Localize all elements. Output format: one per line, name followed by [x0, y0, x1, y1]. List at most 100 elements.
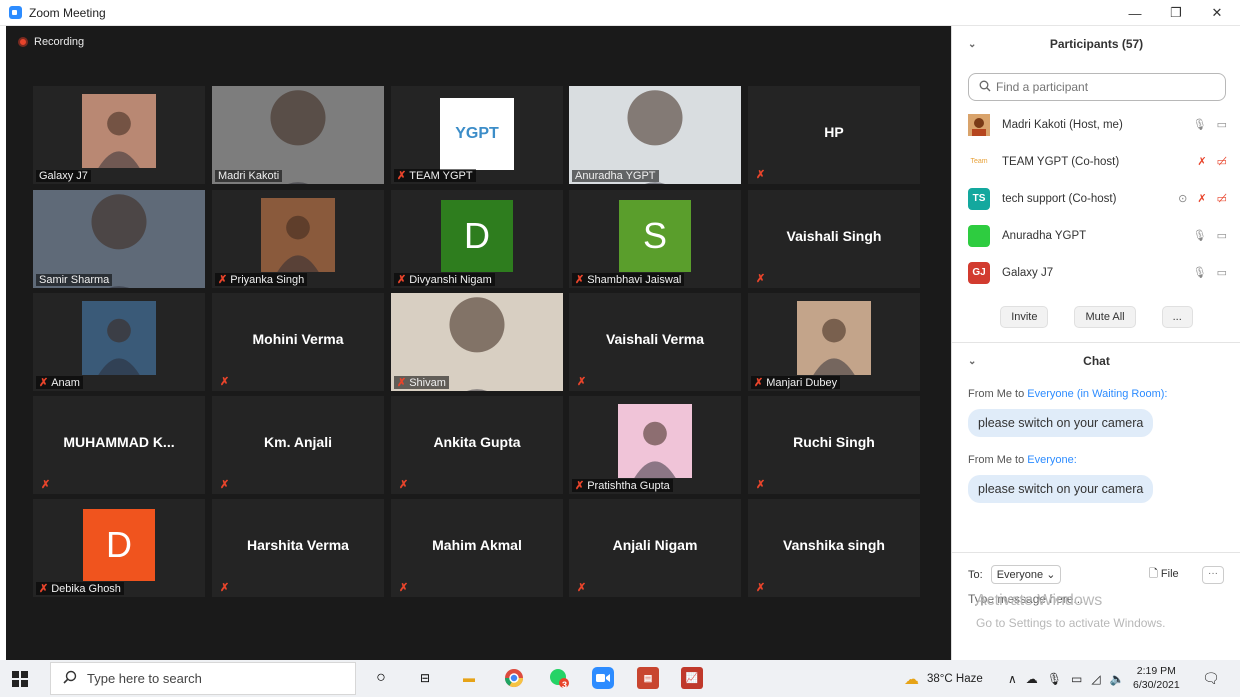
video-icon[interactable]: ▭ — [1217, 229, 1227, 242]
tile-name-text: Debika Ghosh — [51, 582, 121, 595]
video-tile[interactable]: HP ✗ — [748, 86, 920, 184]
chat-more-button[interactable]: ··· — [1202, 565, 1224, 584]
video-icon[interactable]: ▭ — [1217, 266, 1227, 279]
video-tile[interactable]: Ankita Gupta ✗ — [391, 396, 563, 494]
participant-list: Madri Kakoti (Host, me) 🎙 ▭ Team TEAM YGP… — [952, 106, 1240, 291]
participant-row[interactable]: TS tech support (Co-host) ⊙ ✗ ▭̸ — [952, 180, 1240, 217]
window-title: Zoom Meeting — [29, 5, 106, 20]
video-tile[interactable]: Vanshika singh ✗ — [748, 499, 920, 597]
file-button[interactable]: 🗋 File — [1149, 565, 1179, 584]
close-button[interactable]: ✕ — [1197, 0, 1237, 26]
video-tile[interactable]: Anuradha YGPT — [569, 86, 741, 184]
mic-icon[interactable]: 🎙 — [1193, 118, 1207, 131]
video-tile[interactable]: Ruchi Singh ✗ — [748, 396, 920, 494]
video-tile[interactable]: Mohini Verma ✗ — [212, 293, 384, 391]
video-tile[interactable]: D ✗ Divyanshi Nigam — [391, 190, 563, 288]
microphone-icon[interactable]: 🎙 — [1047, 672, 1062, 686]
activate-windows-watermark: Activate Windows — [976, 592, 1103, 609]
participant-search-input[interactable] — [996, 80, 1216, 94]
mic-muted-icon: ✗ — [39, 583, 49, 595]
chat-recipient[interactable]: Everyone (in Waiting Room): — [1027, 388, 1167, 400]
mic-muted-icon: ✗ — [397, 274, 407, 286]
onedrive-icon[interactable]: ☁ — [1026, 672, 1038, 686]
recipient-select[interactable]: Everyone ⌄ — [990, 565, 1062, 584]
video-tile[interactable]: Mahim Akmal ✗ — [391, 499, 563, 597]
acrobat-icon[interactable]: ▤ — [637, 667, 659, 689]
mic-muted-icon: ✗ — [577, 582, 587, 594]
participant-row[interactable]: GJ Galaxy J7 🎙 ▭ — [952, 254, 1240, 291]
tile-name-label: Samir Sharma — [36, 274, 113, 286]
video-tile[interactable]: MUHAMMAD K... ✗ — [33, 396, 205, 494]
mic-muted-icon: ✗ — [575, 274, 585, 286]
video-off-icon[interactable]: ▭̸ — [1217, 192, 1227, 205]
participant-row[interactable]: Team TEAM YGPT (Co-host) ✗ ▭̸ — [952, 143, 1240, 180]
file-explorer-icon[interactable]: ▬ — [458, 667, 480, 689]
video-tile[interactable]: Madri Kakoti — [212, 86, 384, 184]
video-off-icon[interactable]: ▭̸ — [1217, 155, 1227, 168]
invite-button[interactable]: Invite — [1000, 306, 1049, 328]
tile-name-label: Madri Kakoti — [215, 170, 283, 182]
participant-row[interactable]: Anuradha YGPT 🎙 ▭ — [952, 217, 1240, 254]
chevron-down-icon[interactable]: ⌄ — [968, 356, 976, 367]
video-tile[interactable]: Samir Sharma — [33, 190, 205, 288]
mic-icon[interactable]: 🎙 — [1193, 266, 1207, 279]
chat-recipient[interactable]: Everyone: — [1027, 454, 1077, 466]
video-tile[interactable]: ✗ Manjari Dubey — [748, 293, 920, 391]
video-icon[interactable]: ▭ — [1217, 118, 1227, 131]
avatar-letter: D — [441, 200, 513, 272]
mic-muted-icon: ✗ — [397, 377, 407, 389]
tile-name-text: TEAM YGPT — [409, 169, 473, 182]
volume-icon[interactable]: 🔈 — [1110, 672, 1125, 686]
chevron-up-icon[interactable]: ∧ — [1008, 672, 1017, 686]
tile-name-text: Shambhavi Jaiswal — [587, 273, 682, 286]
taskbar-search[interactable]: Type here to search — [50, 662, 356, 695]
recording-indicator[interactable]: Recording — [18, 36, 84, 48]
clock[interactable]: 2:19 PM 6/30/2021 — [1133, 664, 1180, 692]
video-feed — [82, 301, 156, 375]
chart-app-icon[interactable]: 📈 — [681, 667, 703, 689]
mic-muted-icon: ✗ — [220, 479, 230, 491]
participant-display-name: Mohini Verma — [252, 331, 344, 347]
task-view-icon[interactable]: ⊟ — [414, 667, 436, 689]
mic-icon[interactable]: 🎙 — [1193, 229, 1207, 242]
video-tile[interactable]: Galaxy J7 — [33, 86, 205, 184]
tile-name-text: Priyanka Singh — [230, 273, 305, 286]
start-button[interactable] — [0, 660, 40, 697]
maximize-button[interactable]: ❐ — [1156, 0, 1196, 26]
weather-widget[interactable]: ☁ 38°C Haze — [904, 660, 983, 697]
video-tile[interactable]: Km. Anjali ✗ — [212, 396, 384, 494]
chevron-down-icon[interactable]: ⌄ — [968, 39, 976, 50]
video-tile[interactable]: Harshita Verma ✗ — [212, 499, 384, 597]
cortana-icon[interactable]: ○ — [370, 667, 392, 689]
network-icon[interactable]: ◿ — [1091, 672, 1100, 686]
video-tile[interactable]: ✗ Anam — [33, 293, 205, 391]
taskbar: Type here to search ○ ⊟ ▬ 3 ▤ 📈 ☁ 38°C H… — [0, 660, 1240, 697]
mic-muted-icon[interactable]: ✗ — [1197, 192, 1206, 205]
minimize-button[interactable]: — — [1115, 0, 1155, 26]
video-tile[interactable]: Vaishali Singh ✗ — [748, 190, 920, 288]
participant-display-name: Mahim Akmal — [432, 537, 522, 553]
more-button[interactable]: ... — [1161, 306, 1193, 328]
mic-muted-icon[interactable]: ✗ — [1197, 155, 1206, 168]
video-tile[interactable]: ✗ Pratishtha Gupta — [569, 396, 741, 494]
video-tile[interactable]: ✗ Priyanka Singh — [212, 190, 384, 288]
video-tile[interactable]: D ✗ Debika Ghosh — [33, 499, 205, 597]
chat-message-meta: From Me to Everyone: — [968, 454, 1077, 466]
tile-name-text: Madri Kakoti — [218, 170, 280, 182]
video-tile[interactable]: Anjali Nigam ✗ — [569, 499, 741, 597]
mute-all-button[interactable]: Mute All — [1074, 306, 1136, 328]
participant-search[interactable] — [968, 73, 1226, 101]
person-silhouette — [98, 111, 140, 168]
video-tile[interactable]: S ✗ Shambhavi Jaiswal — [569, 190, 741, 288]
mic-muted-icon: ✗ — [397, 170, 407, 182]
chat-title: Chat — [1083, 354, 1110, 368]
chrome-icon[interactable] — [503, 667, 525, 689]
video-tile[interactable]: YGPT ✗ TEAM YGPT — [391, 86, 563, 184]
video-tile[interactable]: Vaishali Verma ✗ — [569, 293, 741, 391]
notification-icon[interactable]: 🗨 — [1202, 660, 1220, 697]
video-tile[interactable]: ✗ Shivam — [391, 293, 563, 391]
battery-icon[interactable]: ▭ — [1071, 672, 1082, 686]
zoom-taskbar-icon[interactable] — [592, 667, 614, 689]
participant-name: Madri Kakoti (Host, me) — [1002, 118, 1123, 131]
participant-row[interactable]: Madri Kakoti (Host, me) 🎙 ▭ — [952, 106, 1240, 143]
